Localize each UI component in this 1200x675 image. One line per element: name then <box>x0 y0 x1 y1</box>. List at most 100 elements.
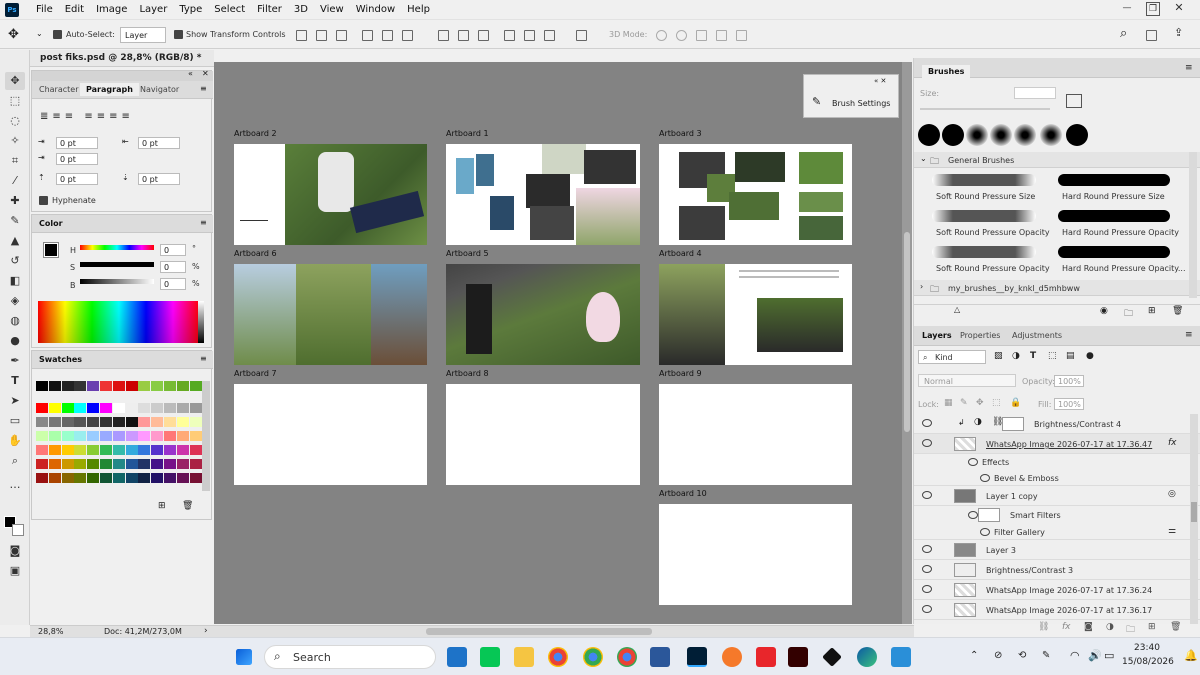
brush-name[interactable]: Hard Round Pressure Size <box>1062 192 1165 201</box>
panel-menu-icon[interactable]: ≡ <box>200 84 207 93</box>
filter-toggle-icon[interactable]: ● <box>1086 351 1094 361</box>
hyphenate-checkbox[interactable] <box>39 196 48 206</box>
edge-icon[interactable] <box>857 647 877 667</box>
roll-3d-icon[interactable] <box>676 30 687 41</box>
type-tool-icon[interactable]: T <box>5 372 25 390</box>
color-swatch[interactable] <box>61 473 74 483</box>
color-swatch[interactable] <box>125 403 138 413</box>
file-explorer-icon[interactable] <box>514 647 534 667</box>
orbit-3d-icon[interactable] <box>656 30 667 41</box>
brush-name[interactable]: Soft Round Pressure Opacity a... <box>936 264 1052 273</box>
artboard-10[interactable] <box>659 504 852 605</box>
hue-input[interactable]: 0 <box>160 244 186 256</box>
artboard-label[interactable]: Artboard 5 <box>446 249 489 258</box>
menu-view[interactable]: View <box>314 4 350 15</box>
color-swatch[interactable] <box>87 445 100 455</box>
color-swatch[interactable] <box>151 431 164 441</box>
scroll-thumb[interactable] <box>904 232 910 432</box>
color-swatch[interactable] <box>100 473 112 483</box>
color-swatch[interactable] <box>164 473 176 483</box>
color-swatch[interactable] <box>164 445 176 455</box>
network-status-icon[interactable]: ⊘ <box>994 650 1002 661</box>
layer-name[interactable]: WhatsApp Image 2026-07-17 at 17.36.24 <box>986 586 1152 595</box>
color-swatch[interactable] <box>48 445 61 455</box>
color-swatch[interactable] <box>176 473 189 483</box>
screen-mode-icon[interactable]: ▣ <box>5 562 25 580</box>
layer-name[interactable]: Layer 3 <box>986 546 1016 555</box>
color-swatch[interactable] <box>138 381 151 391</box>
brush-preset[interactable] <box>990 124 1012 146</box>
lock-transparent-icon[interactable]: ▦ <box>944 398 953 408</box>
healing-tool-icon[interactable]: ✚ <box>5 192 25 210</box>
color-swatch[interactable] <box>74 381 87 391</box>
lasso-tool-icon[interactable]: ◌ <box>5 112 25 130</box>
color-swatch[interactable] <box>36 459 48 469</box>
acrobat-icon[interactable] <box>756 647 776 667</box>
brush-name[interactable]: Hard Round Pressure Opacity... <box>1062 264 1186 273</box>
menu-file[interactable]: File <box>30 4 59 15</box>
color-swatch[interactable] <box>48 459 61 469</box>
camera-3d-icon[interactable] <box>736 30 747 41</box>
color-swatch[interactable] <box>151 417 164 427</box>
panel-menu-icon[interactable]: ≡ <box>200 218 207 227</box>
color-swatch[interactable] <box>74 473 87 483</box>
brush-settings-icon[interactable]: ✎ <box>812 95 821 108</box>
visibility-eye-icon[interactable] <box>968 458 978 466</box>
chrome-icon[interactable] <box>583 647 603 667</box>
color-swatch[interactable] <box>48 431 61 441</box>
color-swatch[interactable] <box>112 417 125 427</box>
visibility-icon[interactable]: ◉ <box>1100 306 1108 316</box>
color-swatch[interactable] <box>189 403 202 413</box>
color-swatch[interactable] <box>36 473 48 483</box>
space-after-input[interactable]: 0 pt <box>138 173 180 185</box>
history-brush-tool-icon[interactable]: ↺ <box>5 252 25 270</box>
clock-time[interactable]: 23:40 <box>1134 643 1160 653</box>
layer-thumb[interactable] <box>954 563 976 577</box>
notepad-icon[interactable] <box>447 647 467 667</box>
color-swatch[interactable] <box>61 431 74 441</box>
blur-tool-icon[interactable]: ◍ <box>5 312 25 330</box>
brush-size-slider[interactable] <box>920 108 1050 110</box>
artboard-label[interactable]: Artboard 9 <box>659 369 702 378</box>
brush-size-slider-handle[interactable]: △ <box>954 305 960 314</box>
tab-properties[interactable]: Properties <box>960 331 1000 340</box>
type-filter-icon[interactable]: T <box>1030 351 1036 361</box>
chrome-icon[interactable] <box>617 647 637 667</box>
pan-3d-icon[interactable] <box>696 30 707 41</box>
align-vcenter-icon[interactable] <box>316 30 327 41</box>
tab-brushes[interactable]: Brushes <box>922 65 971 78</box>
chrome-icon[interactable] <box>548 647 568 667</box>
color-swatch[interactable] <box>164 403 176 413</box>
visibility-eye-icon[interactable] <box>922 545 932 553</box>
color-swatch[interactable] <box>151 445 164 455</box>
color-swatch[interactable] <box>176 459 189 469</box>
chevron-down-icon[interactable]: ⌄ <box>920 154 927 163</box>
distribute-bottom-icon[interactable] <box>478 30 489 41</box>
color-swatch[interactable] <box>125 459 138 469</box>
color-swatch[interactable] <box>74 431 87 441</box>
color-swatch[interactable] <box>87 403 100 413</box>
color-swatch[interactable] <box>36 445 48 455</box>
chevron-down-icon[interactable]: ⌄ <box>36 29 43 38</box>
indent-left-input[interactable]: 0 pt <box>56 137 98 149</box>
swatch-scrollbar[interactable] <box>202 381 210 491</box>
blend-mode-dropdown[interactable]: Normal <box>918 374 1016 387</box>
pen-tool-icon[interactable]: ✒ <box>5 352 25 370</box>
dodge-tool-icon[interactable]: ● <box>5 332 25 350</box>
menu-type[interactable]: Type <box>173 4 208 15</box>
color-swatch[interactable] <box>138 445 151 455</box>
stamp-tool-icon[interactable]: ▲ <box>5 232 25 250</box>
smart-filter-mask-thumb[interactable] <box>978 508 1000 522</box>
color-swatch[interactable] <box>100 445 112 455</box>
artboard-label[interactable]: Artboard 1 <box>446 129 489 138</box>
brightness-input[interactable]: 0 <box>160 278 186 290</box>
close-icon[interactable]: ✕ <box>202 69 209 78</box>
layer-name[interactable]: Brightness/Contrast 3 <box>986 566 1073 575</box>
move-tool-icon[interactable]: ✥ <box>8 27 19 42</box>
layers-scrollbar[interactable] <box>1190 414 1198 624</box>
artboard-2[interactable] <box>234 144 427 245</box>
adjustment-icon[interactable]: ◑ <box>1106 622 1114 632</box>
color-swatch[interactable] <box>125 473 138 483</box>
more-tools-icon[interactable]: … <box>5 476 25 494</box>
visibility-eye-icon[interactable] <box>922 565 932 573</box>
